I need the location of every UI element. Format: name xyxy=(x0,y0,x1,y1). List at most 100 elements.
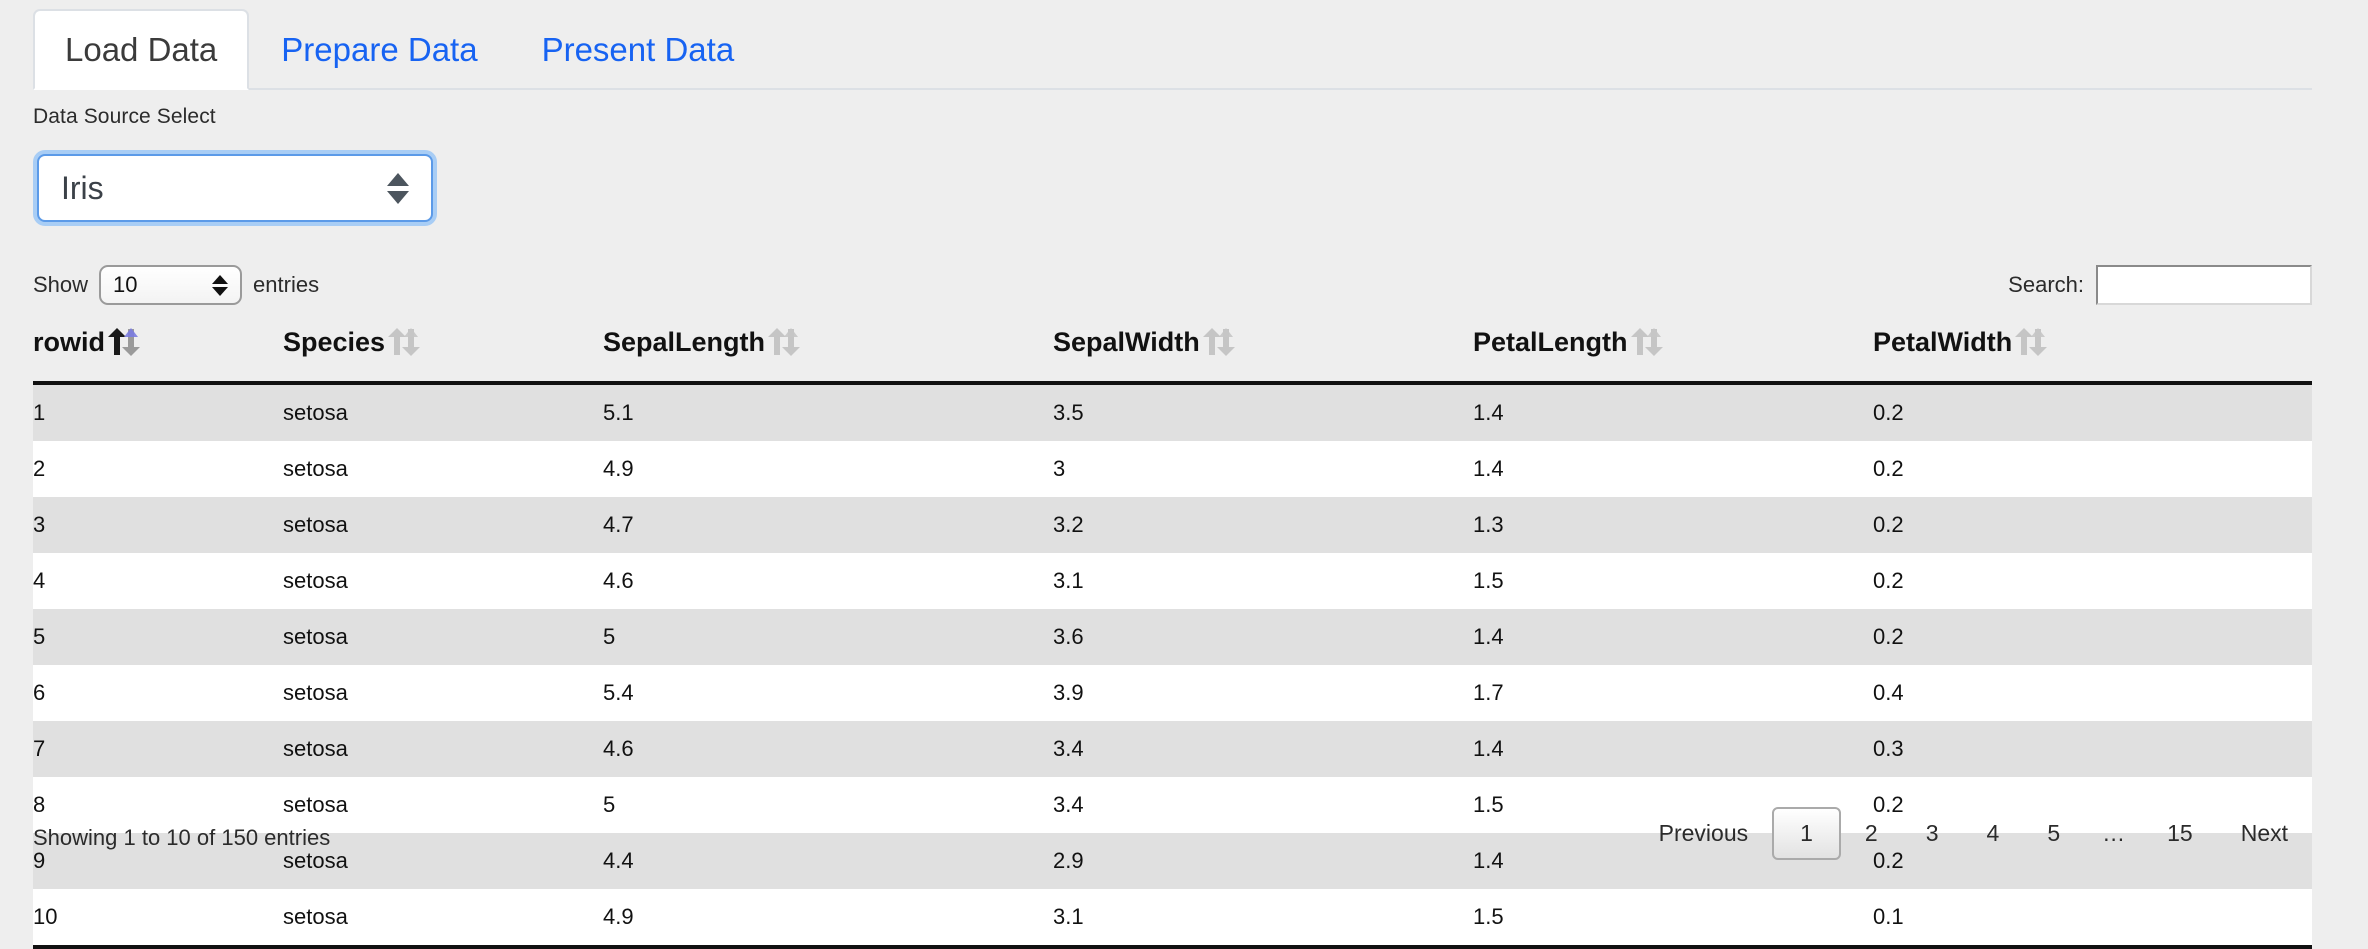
pagination-page-1[interactable]: 1 xyxy=(1772,807,1841,860)
cell-petallength: 1.7 xyxy=(1473,665,1873,721)
page-length-stepper-icon[interactable] xyxy=(212,275,228,296)
cell-rowid: 7 xyxy=(33,721,283,777)
column-header-label: rowid xyxy=(33,327,105,358)
search-label: Search: xyxy=(2008,272,2084,298)
table-row[interactable]: 5setosa53.61.40.2 xyxy=(33,609,2312,665)
table-row[interactable]: 6setosa5.43.91.70.4 xyxy=(33,665,2312,721)
cell-petallength: 1.4 xyxy=(1473,383,1873,441)
tab-present-data[interactable]: Present Data xyxy=(510,9,767,90)
column-header-petalwidth[interactable]: PetalWidth xyxy=(1873,325,2312,383)
table-row[interactable]: 1setosa5.13.51.40.2 xyxy=(33,383,2312,441)
pagination-previous-button[interactable]: Previous xyxy=(1635,807,1772,860)
pagination: Previous12345…15Next xyxy=(1635,807,2312,860)
cell-species: setosa xyxy=(283,665,603,721)
column-header-species[interactable]: Species xyxy=(283,325,603,383)
sort-none-icon[interactable] xyxy=(1628,325,1666,359)
cell-species: setosa xyxy=(283,383,603,441)
app-page: Load DataPrepare DataPresent Data Data S… xyxy=(0,0,2368,898)
cell-petallength: 1.3 xyxy=(1473,497,1873,553)
cell-petalwidth: 0.2 xyxy=(1873,383,2312,441)
column-header-label: PetalLength xyxy=(1473,327,1628,358)
showing-entries-info: Showing 1 to 10 of 150 entries xyxy=(33,825,330,851)
data-source-label: Data Source Select xyxy=(33,105,216,129)
data-source-select-control[interactable]: Iris xyxy=(37,154,433,222)
pagination-page-2[interactable]: 2 xyxy=(1841,807,1902,860)
cell-petallength: 1.4 xyxy=(1473,441,1873,497)
cell-species: setosa xyxy=(283,553,603,609)
cell-petalwidth: 0.2 xyxy=(1873,441,2312,497)
cell-sepallength: 5.1 xyxy=(603,383,1053,441)
column-header-sepalwidth[interactable]: SepalWidth xyxy=(1053,325,1473,383)
triangle-down-icon xyxy=(212,287,228,296)
table-row[interactable]: 2setosa4.931.40.2 xyxy=(33,441,2312,497)
pagination-ellipsis: … xyxy=(2084,807,2143,860)
search-input[interactable] xyxy=(2096,265,2312,305)
page-length-group: Show 10 entries xyxy=(33,265,319,305)
entries-label: entries xyxy=(253,272,319,298)
table-row[interactable]: 3setosa4.73.21.30.2 xyxy=(33,497,2312,553)
cell-sepallength: 4.6 xyxy=(603,553,1053,609)
column-header-label: Species xyxy=(283,327,385,358)
cell-rowid: 3 xyxy=(33,497,283,553)
cell-sepalwidth: 3.2 xyxy=(1053,497,1473,553)
sort-none-icon[interactable] xyxy=(385,325,423,359)
tab-load-data[interactable]: Load Data xyxy=(33,9,249,90)
sort-asc-icon[interactable] xyxy=(105,325,143,359)
table-controls-row: Show 10 entries Search: xyxy=(33,265,2312,307)
column-header-rowid[interactable]: rowid xyxy=(33,325,283,383)
cell-sepallength: 4.6 xyxy=(603,721,1053,777)
cell-petalwidth: 0.2 xyxy=(1873,497,2312,553)
cell-rowid: 1 xyxy=(33,383,283,441)
table-row[interactable]: 4setosa4.63.11.50.2 xyxy=(33,553,2312,609)
cell-sepalwidth: 3.1 xyxy=(1053,553,1473,609)
search-group: Search: xyxy=(2008,265,2312,305)
show-label: Show xyxy=(33,272,88,298)
stepper-arrows-icon[interactable] xyxy=(387,173,409,204)
cell-sepallength: 4.9 xyxy=(603,441,1053,497)
cell-species: setosa xyxy=(283,609,603,665)
sort-none-icon[interactable] xyxy=(1200,325,1238,359)
cell-species: setosa xyxy=(283,441,603,497)
cell-sepalwidth: 3.4 xyxy=(1053,721,1473,777)
column-header-label: SepalLength xyxy=(603,327,765,358)
sort-none-icon[interactable] xyxy=(2012,325,2050,359)
cell-species: setosa xyxy=(283,497,603,553)
cell-sepallength: 4.7 xyxy=(603,497,1053,553)
column-header-label: SepalWidth xyxy=(1053,327,1200,358)
cell-sepallength: 5.4 xyxy=(603,665,1053,721)
cell-petalwidth: 0.4 xyxy=(1873,665,2312,721)
cell-sepalwidth: 3.6 xyxy=(1053,609,1473,665)
cell-petallength: 1.4 xyxy=(1473,721,1873,777)
page-length-select[interactable]: 10 xyxy=(99,265,242,305)
cell-petalwidth: 0.3 xyxy=(1873,721,2312,777)
cell-petallength: 1.5 xyxy=(1473,553,1873,609)
tab-prepare-data[interactable]: Prepare Data xyxy=(249,9,509,90)
cell-rowid: 4 xyxy=(33,553,283,609)
sort-none-icon[interactable] xyxy=(765,325,803,359)
cell-species: setosa xyxy=(283,721,603,777)
column-header-petallength[interactable]: PetalLength xyxy=(1473,325,1873,383)
cell-rowid: 5 xyxy=(33,609,283,665)
cell-rowid: 2 xyxy=(33,441,283,497)
data-source-selected-value: Iris xyxy=(61,170,387,207)
table-row[interactable]: 7setosa4.63.41.40.3 xyxy=(33,721,2312,777)
pagination-page-15[interactable]: 15 xyxy=(2143,807,2217,860)
cell-sepalwidth: 3.9 xyxy=(1053,665,1473,721)
table-header-row: rowid Species SepalLength SepalWidth PetalLe… xyxy=(33,325,2312,383)
pagination-page-5[interactable]: 5 xyxy=(2023,807,2084,860)
pagination-next-button[interactable]: Next xyxy=(2217,807,2312,860)
cell-sepallength: 5 xyxy=(603,609,1053,665)
cell-sepalwidth: 3.5 xyxy=(1053,383,1473,441)
column-header-label: PetalWidth xyxy=(1873,327,2012,358)
cell-petalwidth: 0.2 xyxy=(1873,609,2312,665)
table-head: rowid Species SepalLength SepalWidth PetalLe… xyxy=(33,325,2312,383)
cell-petallength: 1.4 xyxy=(1473,609,1873,665)
tab-bar: Load DataPrepare DataPresent Data xyxy=(33,8,2312,90)
pagination-page-3[interactable]: 3 xyxy=(1902,807,1963,860)
cell-rowid: 6 xyxy=(33,665,283,721)
cell-petalwidth: 0.2 xyxy=(1873,553,2312,609)
data-source-select[interactable]: Iris xyxy=(33,150,437,226)
column-header-sepallength[interactable]: SepalLength xyxy=(603,325,1053,383)
pagination-page-4[interactable]: 4 xyxy=(1963,807,2024,860)
triangle-down-icon xyxy=(387,191,409,204)
